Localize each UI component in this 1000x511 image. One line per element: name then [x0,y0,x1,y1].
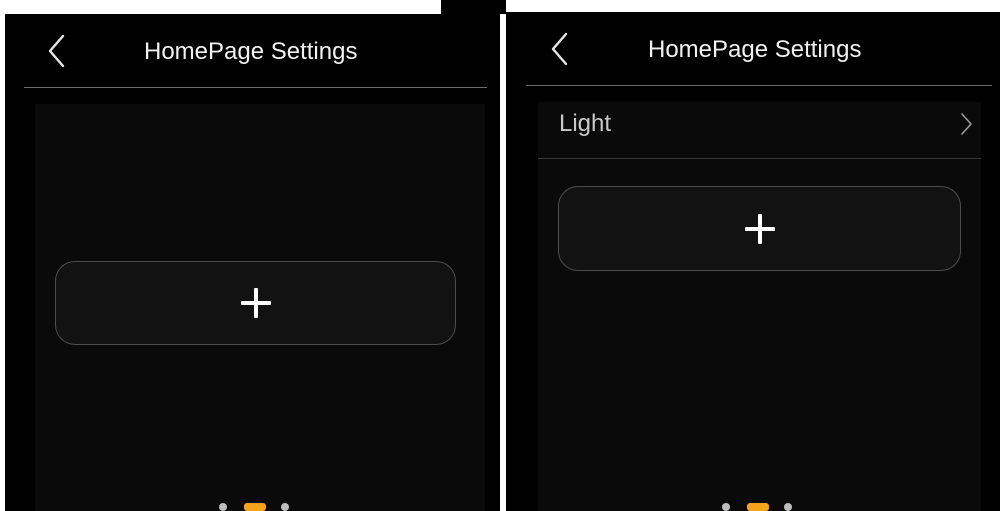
back-button[interactable] [43,32,73,72]
add-widget-button[interactable] [558,186,961,271]
header-divider [24,87,487,88]
page-dot-active[interactable] [244,503,266,511]
page-title: HomePage Settings [144,38,358,65]
top-tab-marker [441,0,506,14]
back-button[interactable] [546,30,576,70]
add-widget-button[interactable] [55,261,456,345]
list-divider [538,158,981,159]
page-title: HomePage Settings [648,36,862,63]
page-dot[interactable] [784,503,792,511]
header-divider [526,85,992,86]
list-item-label: Light [559,110,612,137]
plus-icon [240,288,271,318]
content-background [538,102,981,511]
page-dot-active[interactable] [747,503,769,511]
list-item-light[interactable]: Light [538,92,981,158]
page-dot[interactable] [281,503,289,511]
screenshot-canvas: HomePage Settings HomePage Settings Ligh… [0,0,1000,511]
chevron-left-icon [48,34,65,68]
homepage-settings-screen-with-light: HomePage Settings Light [506,12,1000,511]
chevron-left-icon [551,32,568,66]
plus-icon [744,213,775,244]
page-dot[interactable] [722,503,730,511]
chevron-right-icon [961,113,972,135]
page-dot[interactable] [219,503,227,511]
homepage-settings-screen-empty: HomePage Settings [5,14,500,511]
